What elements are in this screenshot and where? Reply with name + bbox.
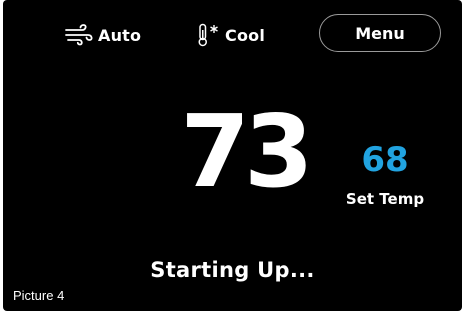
set-temperature-label: Set Temp (345, 190, 425, 208)
picture-caption: Picture 4 (13, 288, 65, 303)
menu-button[interactable]: Menu (319, 14, 441, 52)
current-temperature: 73 (180, 93, 313, 210)
fan-wind-icon (64, 24, 94, 46)
fan-mode-label: Auto (98, 25, 142, 45)
menu-button-label: Menu (355, 23, 405, 43)
thermometer-snowflake-icon (197, 23, 221, 47)
system-mode-button[interactable]: Cool (197, 20, 265, 50)
thermostat-screen: Auto Cool Menu 73 68 Set Temp Starting U… (3, 0, 462, 311)
system-mode-label: Cool (225, 25, 266, 45)
set-temperature-value[interactable]: 68 (343, 143, 427, 177)
status-message: Starting Up... (150, 258, 315, 282)
fan-mode-button[interactable]: Auto (64, 20, 141, 50)
